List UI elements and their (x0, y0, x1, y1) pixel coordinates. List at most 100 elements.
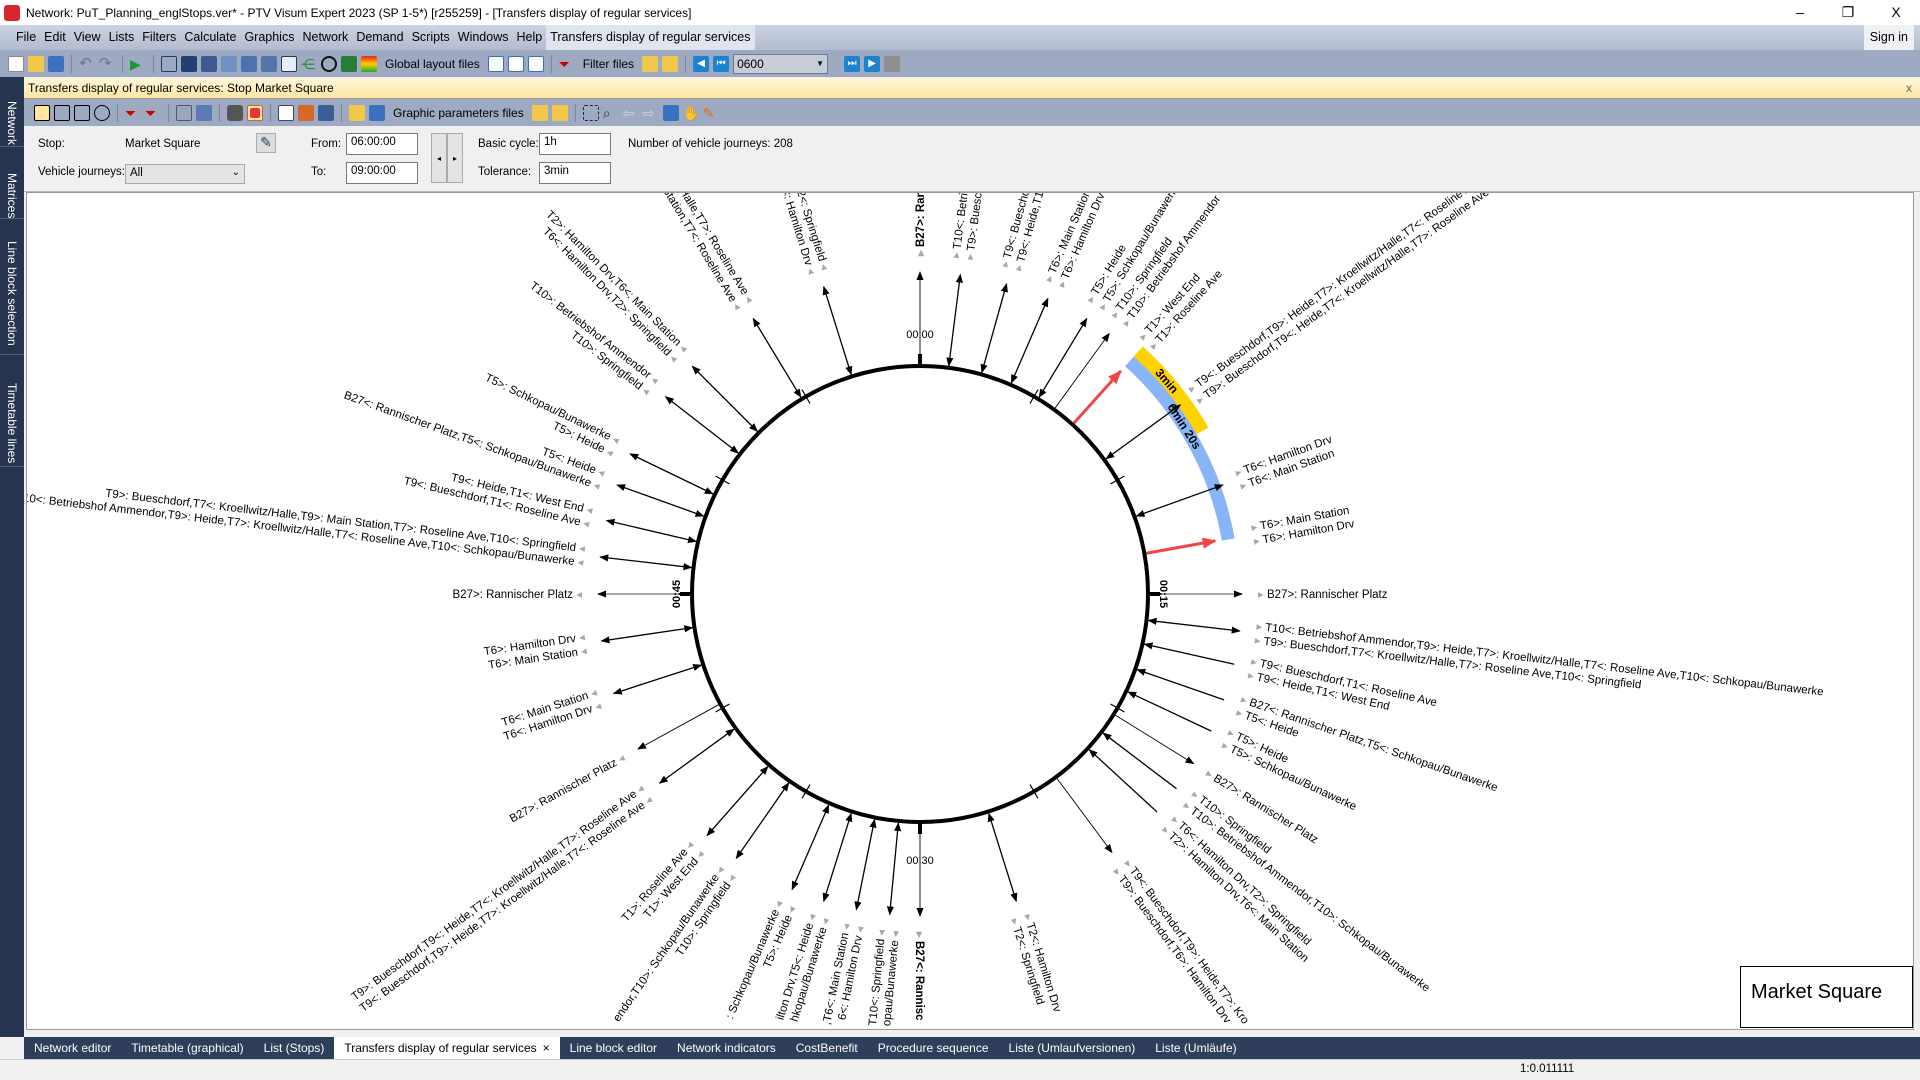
layout-1-icon[interactable] (487, 55, 504, 72)
save-filter-icon[interactable] (662, 55, 679, 72)
step-forward-icon[interactable]: ⏭ (844, 55, 861, 72)
tab-network-indicators[interactable]: Network indicators (667, 1037, 786, 1059)
line-direction-label[interactable]: ▸ T9>: Bueschdorf,T9<: Heide,T7<: Kroell… (1195, 193, 1492, 407)
line-direction-label[interactable]: ▸ B27<: Rannisc (913, 931, 925, 1021)
export-icon[interactable] (196, 104, 212, 121)
tolerance-input[interactable]: 3min (539, 162, 611, 184)
minimize-button[interactable]: – (1780, 0, 1820, 25)
transfer-arrow[interactable] (791, 804, 830, 891)
menu-file[interactable]: File (12, 25, 40, 50)
transfer-arrow[interactable] (605, 518, 697, 544)
open-folder-icon[interactable] (349, 104, 365, 121)
heatmap-icon[interactable] (361, 55, 377, 72)
timetable-icon[interactable] (221, 55, 237, 72)
display-mode-3-icon[interactable] (74, 104, 90, 121)
layout-2-icon[interactable] (507, 55, 524, 72)
display-mode-2-icon[interactable] (54, 104, 70, 121)
menu-scripts[interactable]: Scripts (408, 25, 454, 50)
transfer-arrow[interactable] (629, 453, 714, 495)
menu-edit[interactable]: Edit (40, 25, 70, 50)
transfer-arrow[interactable] (1010, 297, 1049, 384)
transfer-arrow[interactable] (1115, 714, 1195, 765)
schedule-icon[interactable] (341, 55, 357, 72)
side-tab-timetable-lines[interactable]: Timetable lines (0, 379, 24, 467)
display-mode-1-icon[interactable] (34, 104, 50, 121)
time-select[interactable]: 0600 ▼ (733, 53, 829, 74)
transfer-arrow[interactable] (854, 818, 877, 911)
to-input[interactable]: 09:00:00 (346, 162, 418, 184)
transfer-arrow[interactable] (599, 554, 693, 571)
go-start-icon[interactable]: ⏮ (713, 55, 730, 72)
transfer-arrow[interactable] (1147, 617, 1241, 634)
fit-icon[interactable] (662, 104, 679, 121)
transfer-arrow[interactable] (946, 273, 963, 367)
transfer-arrow[interactable] (1143, 642, 1235, 665)
line-direction-label[interactable]: B27>: Rannischer Platz ◂ (453, 589, 583, 601)
sign-in-button[interactable]: Sign in (1863, 25, 1914, 50)
menu-lists[interactable]: Lists (105, 25, 139, 50)
close-button[interactable]: X (1876, 0, 1916, 25)
save-parameters-icon[interactable] (551, 104, 568, 121)
open-filter-icon[interactable] (642, 55, 659, 72)
transfer-arrow[interactable] (612, 664, 703, 695)
tab-line-block-editor[interactable]: Line block editor (560, 1037, 667, 1059)
stop-icon[interactable] (884, 55, 901, 72)
report-icon[interactable] (281, 55, 297, 72)
transfer-arrow[interactable] (600, 625, 694, 644)
menu-filters[interactable]: Filters (138, 25, 180, 50)
network-view-icon[interactable] (161, 55, 177, 72)
edit-pencil-icon[interactable]: ✎ (703, 105, 719, 121)
transfer-arrow[interactable] (1056, 778, 1113, 854)
transfer-arrow[interactable] (1105, 404, 1182, 460)
menu-transfers-display[interactable]: Transfers display of regular services (546, 25, 755, 50)
menu-windows[interactable]: Windows (454, 25, 513, 50)
line-direction-label[interactable]: ▸ T5>: Schkopau/Bunawerke (1220, 740, 1358, 814)
line-direction-label[interactable]: ▸ B27>: Rannischer Platz (1258, 589, 1388, 601)
tab-list-stops-[interactable]: List (Stops) (254, 1037, 335, 1059)
transfer-arrow[interactable] (1127, 691, 1212, 732)
branch-icon[interactable]: ⋲ (301, 56, 317, 72)
display-mode-4-icon[interactable] (94, 104, 110, 121)
transfer-arrow[interactable] (886, 822, 902, 916)
save-icon[interactable] (48, 55, 64, 72)
graphic-parameters-icon[interactable] (298, 104, 314, 121)
zoom-window-icon[interactable] (582, 104, 599, 121)
line-direction-label[interactable]: ▸ B27>: Rannischer Platz (915, 193, 927, 257)
pan-hand-icon[interactable]: ✋ (683, 105, 700, 121)
panel-close-button[interactable]: x (1906, 78, 1912, 99)
shift-later-button[interactable]: ▸ (447, 133, 463, 183)
side-tab-matrices[interactable]: Matrices (0, 169, 24, 219)
global-layout-files-button[interactable]: Global layout files (381, 57, 484, 71)
tab-procedure-sequence[interactable]: Procedure sequence (868, 1037, 999, 1059)
tab-close-icon[interactable]: × (543, 1041, 550, 1055)
transfer-arrow[interactable] (658, 728, 735, 784)
tab-costbenefit[interactable]: CostBenefit (786, 1037, 868, 1059)
line-direction-label[interactable]: T2>: Hamilton Drv,T6<: Main Station ◂ (543, 209, 689, 355)
side-tab-line-block-selection[interactable]: Line block selection (0, 237, 24, 355)
layout-3-icon[interactable] (527, 55, 544, 72)
menu-help[interactable]: Help (512, 25, 546, 50)
from-input[interactable]: 06:00:00 (346, 133, 418, 155)
print-icon[interactable] (176, 104, 192, 121)
open-file-icon[interactable] (28, 55, 44, 72)
transfer-arrow[interactable] (1072, 370, 1122, 425)
filter-icon[interactable]: ⏷ (125, 105, 141, 121)
transfer-arrow[interactable] (752, 317, 802, 399)
matrix-icon[interactable] (241, 55, 257, 72)
graphic-parameters-files-button[interactable]: Graphic parameters files (389, 106, 528, 120)
transfer-arrow[interactable] (1146, 537, 1217, 555)
transfer-arrow[interactable] (822, 812, 853, 903)
transfer-arrow[interactable] (1136, 668, 1225, 701)
shift-earlier-button[interactable]: ◂ (431, 133, 447, 183)
circle-icon[interactable] (321, 55, 337, 72)
line-direction-label[interactable]: T9>: Bueschdorf,T9<: Heide,T7<: Kroellwi… (350, 783, 647, 1004)
play-icon[interactable]: ▶ (864, 55, 881, 72)
new-file-icon[interactable] (8, 55, 24, 72)
tab-liste-umlaufversionen-[interactable]: Liste (Umlaufversionen) (999, 1037, 1146, 1059)
run-icon[interactable]: ▶ (130, 56, 146, 72)
tab-transfers-display-of-regular-services[interactable]: Transfers display of regular services × (334, 1037, 560, 1059)
restore-button[interactable]: ❐ (1828, 0, 1868, 25)
transfer-arrow[interactable] (1038, 317, 1088, 399)
redo-icon[interactable]: ↷ (99, 55, 115, 72)
transfer-arrow[interactable] (616, 484, 705, 517)
